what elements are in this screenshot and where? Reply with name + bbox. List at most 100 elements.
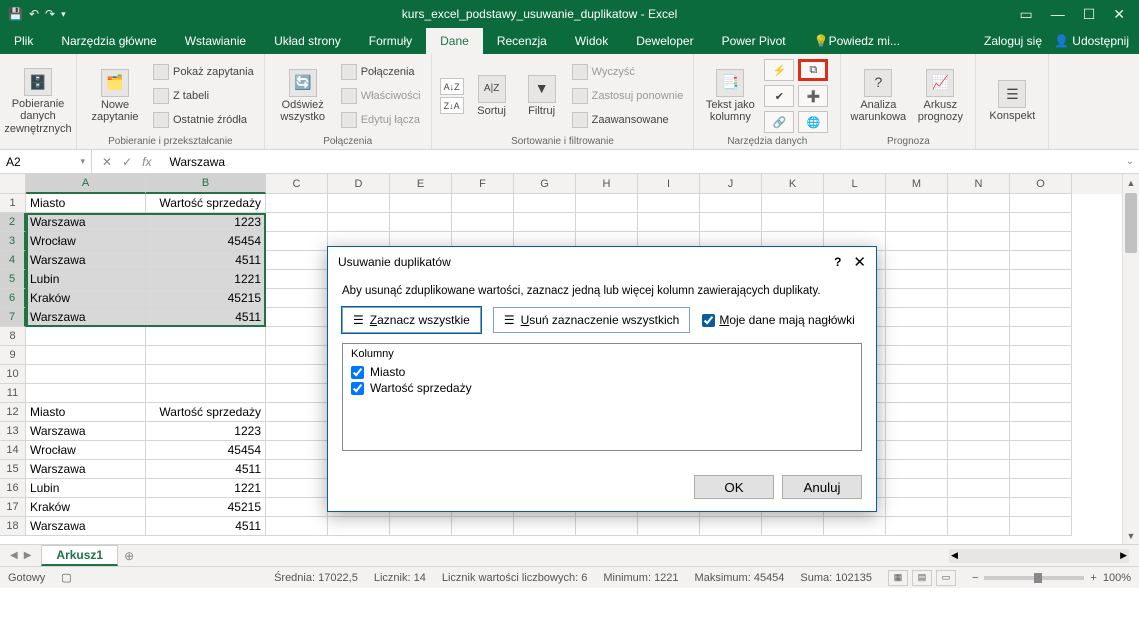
vertical-scrollbar[interactable]: ▲ ▼ [1122, 174, 1139, 544]
cell[interactable] [1010, 232, 1072, 251]
column-header[interactable]: F [452, 174, 514, 194]
cell[interactable] [948, 422, 1010, 441]
fx-icon[interactable]: fx [142, 155, 151, 169]
column-header[interactable]: J [700, 174, 762, 194]
row-header[interactable]: 16 [0, 479, 26, 498]
show-queries-button[interactable]: Pokaż zapytania [151, 62, 256, 82]
relationships-button[interactable]: 🔗 [764, 111, 794, 133]
cell[interactable] [824, 213, 886, 232]
cell[interactable] [26, 384, 146, 403]
tab-file[interactable]: Plik [0, 28, 47, 54]
cell[interactable] [1010, 289, 1072, 308]
scroll-down-icon[interactable]: ▼ [1123, 527, 1139, 544]
tab-review[interactable]: Recenzja [483, 28, 561, 54]
formula-input[interactable]: Warszawa [161, 155, 1121, 169]
select-all-corner[interactable] [0, 174, 26, 194]
cell[interactable] [886, 213, 948, 232]
cell[interactable] [1010, 517, 1072, 536]
zoom-in-button[interactable]: + [1090, 572, 1096, 584]
properties-button[interactable]: Właściwości [339, 86, 423, 106]
sort-desc-icon[interactable]: Z↓A [440, 97, 464, 114]
view-page-layout-icon[interactable]: ▤ [912, 570, 932, 586]
cell[interactable]: Wartość sprzedaży [146, 403, 266, 422]
tab-powerpivot[interactable]: Power Pivot [708, 28, 800, 54]
tab-data[interactable]: Dane [426, 28, 483, 54]
sheet-tab[interactable]: Arkusz1 [41, 545, 118, 566]
cell[interactable] [886, 194, 948, 213]
cell[interactable] [514, 517, 576, 536]
cell[interactable] [886, 270, 948, 289]
filter-button[interactable]: ▼ Filtruj [520, 61, 564, 131]
row-header[interactable]: 10 [0, 365, 26, 384]
cell[interactable] [886, 403, 948, 422]
cell[interactable] [146, 384, 266, 403]
cell[interactable]: Warszawa [26, 422, 146, 441]
cell[interactable]: Warszawa [26, 213, 146, 232]
dialog-close-icon[interactable]: ✕ [853, 253, 866, 271]
cell[interactable] [266, 346, 328, 365]
row-header[interactable]: 3 [0, 232, 26, 251]
cell[interactable]: Warszawa [26, 460, 146, 479]
cell[interactable] [1010, 270, 1072, 289]
signin-link[interactable]: Zaloguj się [984, 34, 1042, 48]
column-header[interactable]: E [390, 174, 452, 194]
forecast-sheet-button[interactable]: 📈 Arkusz prognozy [913, 61, 967, 131]
cell[interactable] [948, 251, 1010, 270]
from-table-button[interactable]: Z tabeli [151, 86, 256, 106]
cell[interactable]: 4511 [146, 308, 266, 327]
cell[interactable] [886, 460, 948, 479]
cell[interactable] [948, 194, 1010, 213]
row-header[interactable]: 9 [0, 346, 26, 365]
scroll-up-icon[interactable]: ▲ [1123, 174, 1139, 191]
cancel-formula-icon[interactable]: ✕ [102, 155, 112, 169]
cell[interactable] [638, 194, 700, 213]
connections-button[interactable]: Połączenia [339, 62, 423, 82]
accept-formula-icon[interactable]: ✓ [122, 155, 132, 169]
sort-button[interactable]: A|Z Sortuj [470, 61, 514, 131]
cell[interactable] [1010, 441, 1072, 460]
column-header[interactable]: N [948, 174, 1010, 194]
cell[interactable] [1010, 498, 1072, 517]
cell[interactable] [638, 517, 700, 536]
expand-formula-bar-icon[interactable]: ⌄ [1121, 156, 1139, 167]
column-header[interactable]: H [576, 174, 638, 194]
cell[interactable] [948, 403, 1010, 422]
column-header[interactable]: C [266, 174, 328, 194]
tab-home[interactable]: Narzędzia główne [47, 28, 170, 54]
cell[interactable] [266, 403, 328, 422]
zoom-out-button[interactable]: − [972, 572, 978, 584]
cell[interactable] [266, 289, 328, 308]
column-header[interactable]: G [514, 174, 576, 194]
column-header[interactable]: B [146, 174, 266, 194]
view-page-break-icon[interactable]: ▭ [936, 570, 956, 586]
tab-layout[interactable]: Układ strony [260, 28, 355, 54]
cell[interactable]: Wartość sprzedaży [146, 194, 266, 213]
cell[interactable]: Kraków [26, 498, 146, 517]
cell[interactable] [1010, 308, 1072, 327]
reapply-button[interactable]: Zastosuj ponownie [570, 86, 686, 106]
cell[interactable] [266, 441, 328, 460]
cell[interactable] [1010, 422, 1072, 441]
cell[interactable] [1010, 251, 1072, 270]
row-header[interactable]: 13 [0, 422, 26, 441]
view-normal-icon[interactable]: ▦ [888, 570, 908, 586]
cell[interactable] [266, 270, 328, 289]
cell[interactable] [948, 479, 1010, 498]
cell[interactable] [948, 213, 1010, 232]
cell[interactable] [886, 251, 948, 270]
tab-developer[interactable]: Deweloper [622, 28, 707, 54]
sort-asc-icon[interactable]: A↓Z [440, 78, 464, 95]
data-validation-button[interactable]: ✔ [764, 85, 794, 107]
tab-formulas[interactable]: Formuły [355, 28, 426, 54]
cell[interactable] [576, 517, 638, 536]
row-header[interactable]: 5 [0, 270, 26, 289]
row-header[interactable]: 17 [0, 498, 26, 517]
share-button[interactable]: 👤 Udostępnij [1054, 34, 1129, 48]
cell[interactable]: 4511 [146, 251, 266, 270]
cell[interactable] [328, 213, 390, 232]
column-checkbox-wartosc[interactable]: Wartość sprzedaży [351, 380, 853, 396]
outline-button[interactable]: ☰ Konspekt [984, 67, 1040, 137]
zoom-level[interactable]: 100% [1103, 572, 1131, 584]
cell[interactable] [514, 194, 576, 213]
cell[interactable] [576, 213, 638, 232]
